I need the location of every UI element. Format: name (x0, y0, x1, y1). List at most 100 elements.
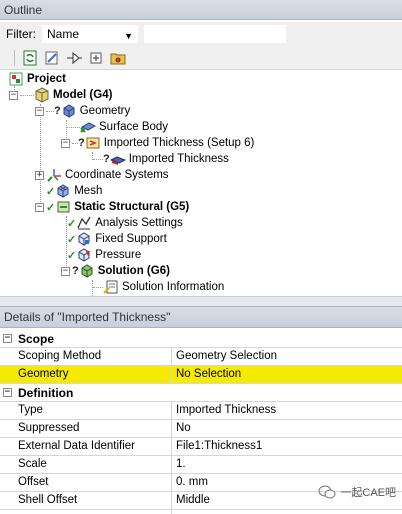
filter-label: Filter: (6, 27, 36, 41)
refresh-icon (23, 50, 37, 65)
wechat-logo-icon (318, 485, 336, 499)
collapse-toggle[interactable]: − (61, 138, 70, 148)
filter-bar: Filter: Name ▼ (0, 22, 402, 46)
property-key (0, 510, 172, 514)
surface-body-icon (80, 122, 96, 133)
checkmark-icon: ✓ (67, 233, 77, 246)
static-structural-icon (57, 201, 70, 213)
outline-pane-title: Outline (0, 0, 402, 20)
checkmark-icon: ✓ (67, 217, 77, 230)
imported-thickness-icon (109, 156, 126, 165)
collapse-toggle[interactable]: − (3, 388, 12, 397)
section-header-definition[interactable]: − Definition (0, 384, 402, 402)
analysis-settings-icon (77, 216, 91, 230)
fixed-support-icon (78, 232, 90, 246)
expand-all-button[interactable] (87, 49, 105, 67)
expand-toggle[interactable]: + (35, 170, 44, 180)
tree-connector (20, 94, 34, 96)
tree-item-label: Fixed Support (95, 233, 167, 245)
pressure-icon (78, 248, 91, 262)
property-key: External Data Identifier (0, 438, 172, 455)
coordinate-systems-icon (47, 169, 61, 182)
tree-item-label: Static Structural (G5) (74, 201, 190, 213)
geometry-icon (63, 104, 75, 118)
property-row-geometry[interactable]: Geometry No Selection (0, 366, 402, 384)
collapse-toggle[interactable]: − (61, 266, 70, 276)
property-key: Suppressed (0, 420, 172, 437)
property-value[interactable]: 1. (172, 456, 402, 473)
details-pane-title: Details of "Imported Thickness" (0, 306, 402, 328)
tree-item-geometry[interactable]: − ? Geometry (35, 103, 130, 119)
property-row-external-data-identifier[interactable]: External Data Identifier File1:Thickness… (0, 438, 402, 456)
collapse-toggle[interactable]: − (35, 106, 44, 116)
project-icon (9, 72, 23, 86)
property-key: Scale (0, 456, 172, 473)
tree-item-label: Project (27, 73, 66, 85)
tree-connector (46, 110, 54, 112)
pane-splitter[interactable] (0, 296, 402, 306)
filter-search-input[interactable] (144, 25, 286, 43)
filter-dropdown[interactable]: Name ▼ (42, 25, 138, 43)
tree-item-label: Imported Thickness (128, 153, 229, 165)
tree-item-static-structural[interactable]: − ✓ Static Structural (G5) (35, 199, 189, 215)
tree-item-label: Surface Body (99, 121, 169, 133)
tree-item-solution[interactable]: − ? Solution (G6) (61, 263, 170, 279)
tree-item-label: Imported Thickness (Setup 6) (103, 137, 255, 149)
section-title: Scope (18, 331, 55, 346)
collapse-tree-button[interactable] (65, 49, 83, 67)
property-value[interactable]: File1:Thickness1 (172, 438, 402, 455)
property-value[interactable]: No (172, 420, 402, 437)
question-mark-icon: ? (103, 153, 110, 165)
details-button[interactable] (43, 49, 61, 67)
tree-item-model[interactable]: − Model (G4) (9, 87, 112, 103)
watermark: 一起CAE吧 (318, 484, 396, 500)
checkmark-icon: ✓ (46, 201, 56, 214)
tree-item-label: Geometry (79, 105, 131, 117)
tree-item-label: Solution Information (122, 281, 225, 293)
solution-icon (81, 264, 93, 278)
property-row-type[interactable]: Type Imported Thickness (0, 402, 402, 420)
property-row-scoping-method[interactable]: Scoping Method Geometry Selection (0, 348, 402, 366)
section-header-scope[interactable]: − Scope (0, 330, 402, 348)
tree-item-solution-information[interactable]: Solution Information (93, 279, 224, 295)
tree-connector (93, 286, 103, 288)
tree-item-label: Pressure (95, 249, 142, 261)
outline-toolbar (0, 46, 402, 70)
folder-icon (110, 53, 126, 64)
tree-item-label: Coordinate Systems (65, 169, 169, 181)
tree-branch-icon (67, 51, 82, 64)
collapse-toggle[interactable]: − (35, 202, 44, 212)
outline-tree: Project − Model (G4) − ? Geometry Surfac… (0, 70, 402, 296)
tree-item-label: Solution (G6) (97, 265, 170, 277)
toolbar-separator (14, 49, 15, 66)
tree-item-label: Mesh (74, 185, 103, 197)
property-value[interactable]: No Selection (172, 366, 402, 383)
property-key: Type (0, 402, 172, 419)
tree-item-imported-thickness-setup[interactable]: − ? Imported Thickness (Setup 6) (61, 135, 254, 151)
open-folder-button[interactable] (109, 49, 127, 67)
property-row-suppressed[interactable]: Suppressed No (0, 420, 402, 438)
tree-item-pressure[interactable]: ✓ Pressure (67, 247, 141, 263)
question-mark-icon: ? (72, 265, 79, 277)
watermark-text: 一起CAE吧 (340, 487, 396, 499)
property-key: Offset (0, 474, 172, 491)
collapse-toggle[interactable]: − (3, 334, 12, 343)
tree-item-coordinate-systems[interactable]: + Coordinate Systems (35, 167, 169, 183)
document-edit-icon (45, 51, 58, 64)
tree-connector (93, 158, 103, 160)
property-value[interactable]: Geometry Selection (172, 348, 402, 365)
tree-item-imported-thickness[interactable]: ? Imported Thickness (93, 151, 229, 167)
tree-connector (40, 104, 41, 208)
tree-item-project[interactable]: Project (8, 71, 66, 87)
refresh-button[interactable] (21, 49, 39, 67)
property-key: Shell Offset (0, 492, 172, 509)
property-row-empty (0, 510, 402, 514)
tree-item-surface-body[interactable]: Surface Body (66, 119, 168, 135)
tree-item-mesh[interactable]: ✓ Mesh (46, 183, 102, 199)
collapse-toggle[interactable]: − (9, 90, 18, 100)
tree-item-analysis-settings[interactable]: ✓ Analysis Settings (67, 215, 183, 231)
tree-item-fixed-support[interactable]: ✓ Fixed Support (67, 231, 167, 247)
property-value[interactable]: Imported Thickness (172, 402, 402, 419)
property-row-scale[interactable]: Scale 1. (0, 456, 402, 474)
tree-item-label: Analysis Settings (95, 217, 183, 229)
